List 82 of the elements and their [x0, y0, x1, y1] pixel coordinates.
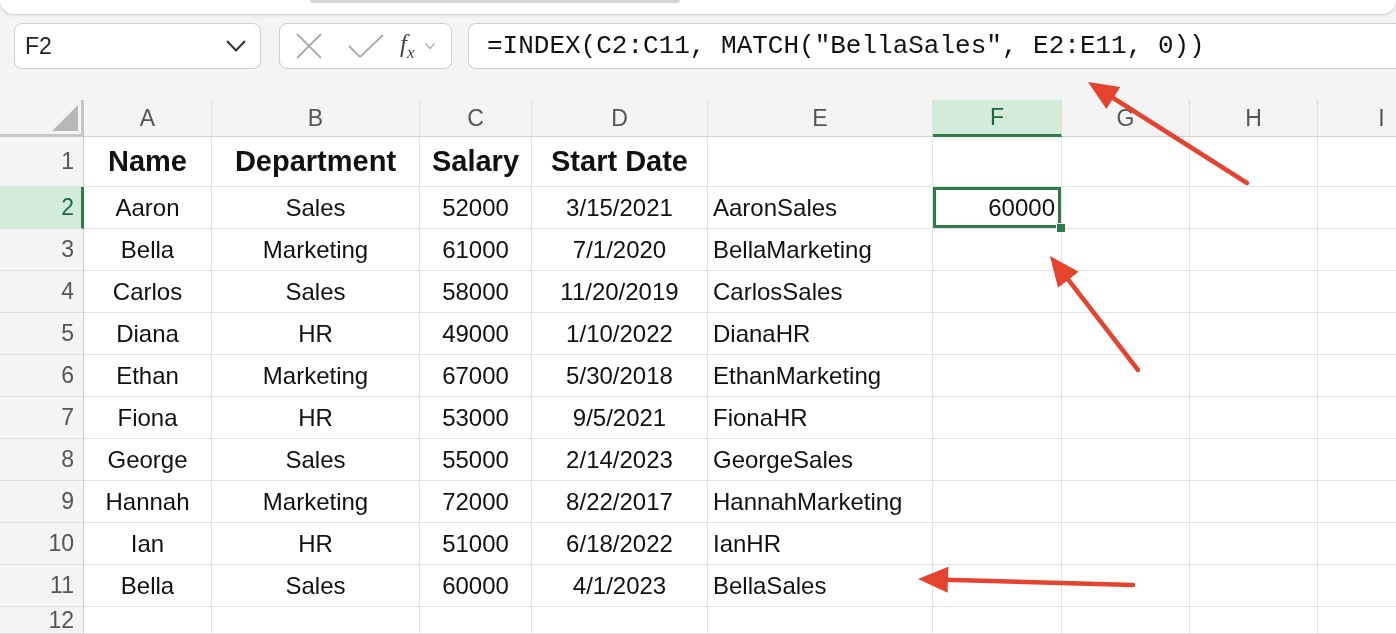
spreadsheet-cell[interactable]: Marketing — [212, 481, 420, 523]
row-header[interactable]: 7 — [0, 397, 84, 439]
spreadsheet-cell[interactable]: HR — [212, 313, 420, 355]
spreadsheet-cell[interactable]: 5/30/2018 — [532, 355, 708, 397]
spreadsheet-cell[interactable]: 60000 — [420, 565, 532, 607]
chevron-icon[interactable] — [226, 40, 246, 52]
spreadsheet-cell[interactable]: Ethan — [84, 355, 212, 397]
spreadsheet-cell[interactable]: Department — [212, 137, 420, 187]
spreadsheet-cell[interactable]: EthanMarketing — [708, 355, 933, 397]
spreadsheet-cell[interactable]: Carlos — [84, 271, 212, 313]
spreadsheet-cell[interactable]: 9/5/2021 — [532, 397, 708, 439]
spreadsheet-cell[interactable]: 2/14/2023 — [532, 439, 708, 481]
spreadsheet-cell[interactable]: 3/15/2021 — [532, 187, 708, 229]
spreadsheet-cell[interactable]: George — [84, 439, 212, 481]
spreadsheet-cell[interactable]: Name — [84, 137, 212, 187]
column-header[interactable]: B — [212, 100, 420, 137]
spreadsheet-cell[interactable]: HR — [212, 523, 420, 565]
row-header[interactable]: 3 — [0, 229, 84, 271]
spreadsheet-cell[interactable]: Sales — [212, 565, 420, 607]
column-header[interactable]: F — [933, 100, 1062, 137]
row-header[interactable]: 10 — [0, 523, 84, 565]
spreadsheet-cell[interactable]: Sales — [212, 187, 420, 229]
spreadsheet-cell[interactable]: IanHR — [708, 523, 933, 565]
column-header[interactable]: D — [532, 100, 708, 137]
spreadsheet-cell[interactable]: 4/1/2023 — [532, 565, 708, 607]
spreadsheet-cell[interactable]: Hannah — [84, 481, 212, 523]
spreadsheet-cell[interactable]: Aaron — [84, 187, 212, 229]
name-box[interactable]: F2 — [14, 23, 261, 69]
spreadsheet-cell[interactable]: Ian — [84, 523, 212, 565]
spreadsheet-cell[interactable]: GeorgeSales — [708, 439, 933, 481]
triangle-icon — [52, 105, 78, 131]
spreadsheet-cell[interactable]: 7/1/2020 — [532, 229, 708, 271]
column-header[interactable]: C — [420, 100, 532, 137]
spreadsheet-cell[interactable]: DianaHR — [708, 313, 933, 355]
column-header[interactable]: H — [1190, 100, 1318, 137]
row-header[interactable]: 2 — [0, 187, 84, 229]
row-header[interactable]: 5 — [0, 313, 84, 355]
spreadsheet-cell[interactable]: Start Date — [532, 137, 708, 187]
row-header[interactable]: 4 — [0, 271, 84, 313]
row-header[interactable]: 8 — [0, 439, 84, 481]
row-header[interactable]: 12 — [0, 607, 84, 634]
row-header[interactable]: 11 — [0, 565, 84, 607]
row-header[interactable]: 9 — [0, 481, 84, 523]
spreadsheet-cell[interactable]: Diana — [84, 313, 212, 355]
spreadsheet-cell[interactable]: 53000 — [420, 397, 532, 439]
spreadsheet-cell[interactable]: AaronSales — [708, 187, 933, 229]
row-header[interactable]: 6 — [0, 355, 84, 397]
spreadsheet-cell[interactable]: 8/22/2017 — [532, 481, 708, 523]
spreadsheet-cell[interactable]: Marketing — [212, 229, 420, 271]
column-header[interactable]: E — [708, 100, 933, 137]
spreadsheet-cell[interactable]: CarlosSales — [708, 271, 933, 313]
spreadsheet-cell[interactable]: 52000 — [420, 187, 532, 229]
spreadsheet-cell[interactable]: BellaSales — [708, 565, 933, 607]
spreadsheet-cell[interactable]: Bella — [84, 565, 212, 607]
row-header[interactable]: 1 — [0, 137, 84, 187]
spreadsheet-cell[interactable]: FionaHR — [708, 397, 933, 439]
spreadsheet-cell[interactable]: 11/20/2019 — [532, 271, 708, 313]
spreadsheet-cell[interactable]: Salary — [420, 137, 532, 187]
formula-input[interactable]: =INDEX(C2:C11, MATCH("BellaSales", E2:E11, 0)) — [468, 23, 1396, 69]
spreadsheet-cell[interactable]: Sales — [212, 439, 420, 481]
spreadsheet-cell[interactable]: BellaMarketing — [708, 229, 933, 271]
spreadsheet-cell[interactable]: Fiona — [84, 397, 212, 439]
spreadsheet-cell[interactable]: HR — [212, 397, 420, 439]
spreadsheet-cell[interactable]: 58000 — [420, 271, 532, 313]
spreadsheet-cell[interactable]: 55000 — [420, 439, 532, 481]
spreadsheet-cell[interactable]: 72000 — [420, 481, 532, 523]
spreadsheet-cell[interactable]: Bella — [84, 229, 212, 271]
column-header[interactable]: A — [84, 100, 212, 137]
column-header[interactable]: G — [1062, 100, 1190, 137]
spreadsheet-cell[interactable]: HannahMarketing — [708, 481, 933, 523]
spreadsheet-cell[interactable]: 61000 — [420, 229, 532, 271]
select-all-button[interactable] — [0, 100, 84, 137]
spreadsheet-cell[interactable]: Sales — [212, 271, 420, 313]
spreadsheet-cell[interactable]: 6/18/2022 — [532, 523, 708, 565]
spreadsheet-cell[interactable]: 67000 — [420, 355, 532, 397]
spreadsheet-cell[interactable]: 1/10/2022 — [532, 313, 708, 355]
ribbon-control[interactable] — [310, 0, 680, 3]
insert-function-button[interactable]: f$_{x}$ — [400, 31, 415, 61]
fill-handle[interactable] — [1056, 223, 1066, 233]
spreadsheet-cell[interactable]: Marketing — [212, 355, 420, 397]
spreadsheet-cell[interactable]: 51000 — [420, 523, 532, 565]
spreadsheet-cell[interactable]: 49000 — [420, 313, 532, 355]
